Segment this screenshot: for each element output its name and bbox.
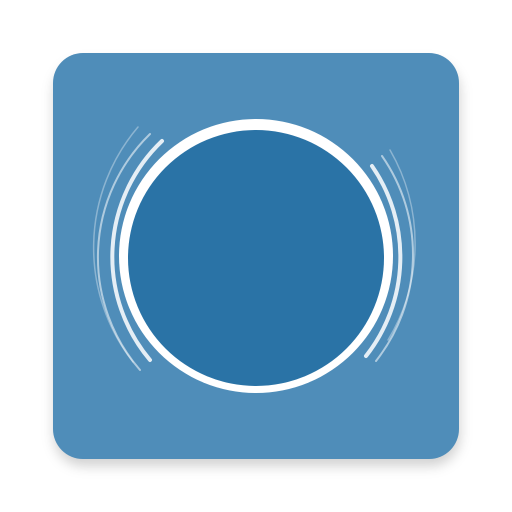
inner-disc (128, 130, 384, 386)
app-icon-canvas (0, 0, 512, 512)
circle-emblem-icon (92, 119, 416, 393)
